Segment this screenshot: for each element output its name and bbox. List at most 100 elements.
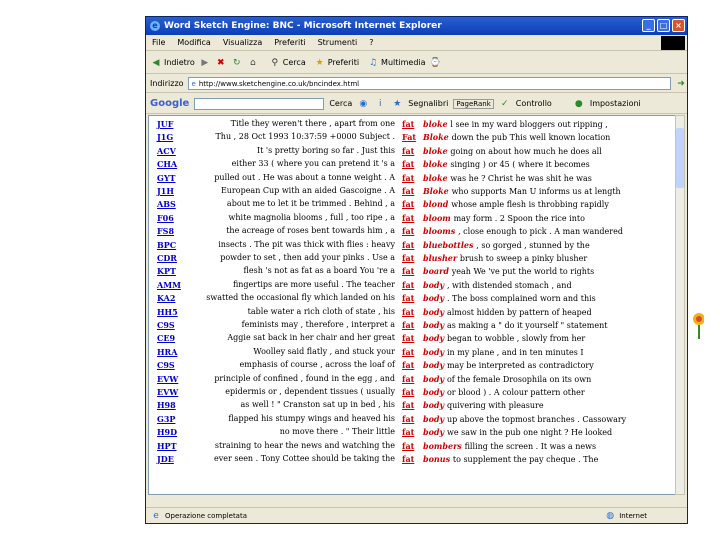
source-code-link[interactable]: CE9 [157,332,175,345]
home-icon[interactable]: ⌂ [247,57,259,69]
keyword-link[interactable]: fat [402,386,414,399]
stop-icon[interactable]: ✖ [215,57,227,69]
bookmarks-button[interactable]: Segnalibri [408,99,448,108]
go-icon[interactable]: ➜ [675,78,687,90]
collocate-word: body [423,413,445,424]
source-code-link[interactable]: HH5 [157,306,178,319]
source-code-link[interactable]: C9S [157,359,175,372]
minimize-button[interactable]: _ [642,19,655,32]
collocate-context: body quivering with pleasure [423,399,544,413]
keyword-link[interactable]: fat [402,346,414,359]
source-code-link[interactable]: CHA [157,158,177,171]
keyword-link[interactable]: fat [402,332,414,345]
collocate-context: bloke singing ) or 45 ( where it becomes [423,158,590,172]
forward-arrow-icon[interactable]: ▶ [199,57,211,69]
source-code-link[interactable]: HPT [157,440,177,453]
keyword-link[interactable]: fat [402,212,414,225]
scrollbar-thumb[interactable] [676,128,684,188]
maximize-button[interactable]: □ [657,19,670,32]
source-code-link[interactable]: G3P [157,413,175,426]
spellcheck-icon[interactable]: ✓ [499,98,511,110]
collocate-context: board yeah We 've put the world to right… [423,265,594,279]
source-code-link[interactable]: F06 [157,212,174,225]
spellcheck-button[interactable]: Controllo [516,99,552,108]
vertical-scrollbar[interactable] [675,115,685,495]
right-context: whose ample flesh is throbbing rapidly [451,200,609,210]
menu-preferiti[interactable]: Preferiti [274,38,305,47]
source-code-link[interactable]: CDR [157,252,177,265]
keyword-link[interactable]: fat [402,453,414,466]
keyword-link[interactable]: fat [402,319,414,332]
keyword-link[interactable]: fat [402,172,414,185]
keyword-link[interactable]: fat [402,145,414,158]
concordance-row: H9D no move there . " Their little fat body… [149,426,677,439]
info-icon[interactable]: i [374,98,386,110]
source-code-link[interactable]: JDE [157,453,174,466]
source-code-link[interactable]: H9D [157,426,177,439]
source-code-link[interactable]: KPT [157,265,176,278]
left-context: feminists may , therefore , interpret a [241,320,395,329]
source-code-link[interactable]: EVW [157,373,178,386]
source-code-link[interactable]: GYT [157,172,176,185]
bookmark-icon[interactable]: ★ [391,98,403,110]
collocate-word: body [423,346,445,357]
menu-visualizza[interactable]: Visualizza [223,38,262,47]
keyword-link[interactable]: fat [402,158,414,171]
source-code-link[interactable]: ACV [157,145,176,158]
keyword-link[interactable]: fat [402,292,414,305]
source-code-link[interactable]: ABS [157,198,176,211]
source-code-link[interactable]: H98 [157,399,176,412]
keyword-link[interactable]: Fat [402,131,416,144]
keyword-link[interactable]: fat [402,373,414,386]
settings-icon[interactable]: ● [573,98,585,110]
concordance-row: C9S feminists may , therefore , interpret… [149,319,677,332]
source-code-link[interactable]: FS8 [157,225,174,238]
source-code-link[interactable]: KA2 [157,292,175,305]
source-code-link[interactable]: AMM [157,279,181,292]
keyword-link[interactable]: fat [402,252,414,265]
right-context: . The boss complained worn and this [446,294,596,304]
keyword-link[interactable]: fat [402,399,414,412]
search-button[interactable]: ⚲ Cerca [269,57,306,69]
keyword-link[interactable]: fat [402,118,414,131]
keyword-link[interactable]: fat [402,279,414,292]
address-url: http://www.sketchengine.co.uk/bncindex.h… [198,79,360,88]
collocate-word: Bloke [423,132,449,143]
keyword-link[interactable]: fat [402,440,414,453]
keyword-link[interactable]: fat [402,413,414,426]
keyword-link[interactable]: fat [402,426,414,439]
google-search-button[interactable]: Cerca [329,99,352,108]
source-code-link[interactable]: J1H [157,185,174,198]
source-code-link[interactable]: EVW [157,386,178,399]
collocate-context: bluebottles , so gorged , stunned by the [423,239,590,253]
favorites-button[interactable]: ★ Preferiti [314,57,359,69]
menu-help[interactable]: ? [369,38,373,47]
menu-modifica[interactable]: Modifica [177,38,210,47]
source-code-link[interactable]: JUF [157,118,173,131]
news-icon[interactable]: ◉ [357,98,369,110]
keyword-link[interactable]: fat [402,225,414,238]
back-button[interactable]: ◀ Indietro [150,57,195,69]
keyword-link[interactable]: fat [402,185,414,198]
source-code-link[interactable]: C9S [157,319,175,332]
multimedia-button[interactable]: ♫ Multimedia [367,57,426,69]
keyword-link[interactable]: fat [402,359,414,372]
keyword-link[interactable]: fat [402,198,414,211]
close-button[interactable]: × [672,19,685,32]
source-code-link[interactable]: HRA [157,346,177,359]
address-input[interactable]: e http://www.sketchengine.co.uk/bncindex… [187,77,672,90]
google-search-input[interactable] [194,97,325,110]
left-context: fingertips are more useful . The teacher [232,279,395,289]
concordance-row: KPT flesh 's not as fat as a board You 'r… [149,265,677,278]
menu-strumenti[interactable]: Strumenti [318,38,358,47]
right-context: up above the topmost branches . Cassowar… [446,414,627,424]
source-code-link[interactable]: BPC [157,239,176,252]
source-code-link[interactable]: J1G [157,131,173,144]
keyword-link[interactable]: fat [402,239,414,252]
keyword-link[interactable]: fat [402,265,414,278]
menu-file[interactable]: File [152,38,165,47]
refresh-icon[interactable]: ↻ [231,57,243,69]
history-icon[interactable]: ⌚ [430,57,442,69]
settings-button[interactable]: Impostazioni [590,99,641,108]
keyword-link[interactable]: fat [402,306,414,319]
